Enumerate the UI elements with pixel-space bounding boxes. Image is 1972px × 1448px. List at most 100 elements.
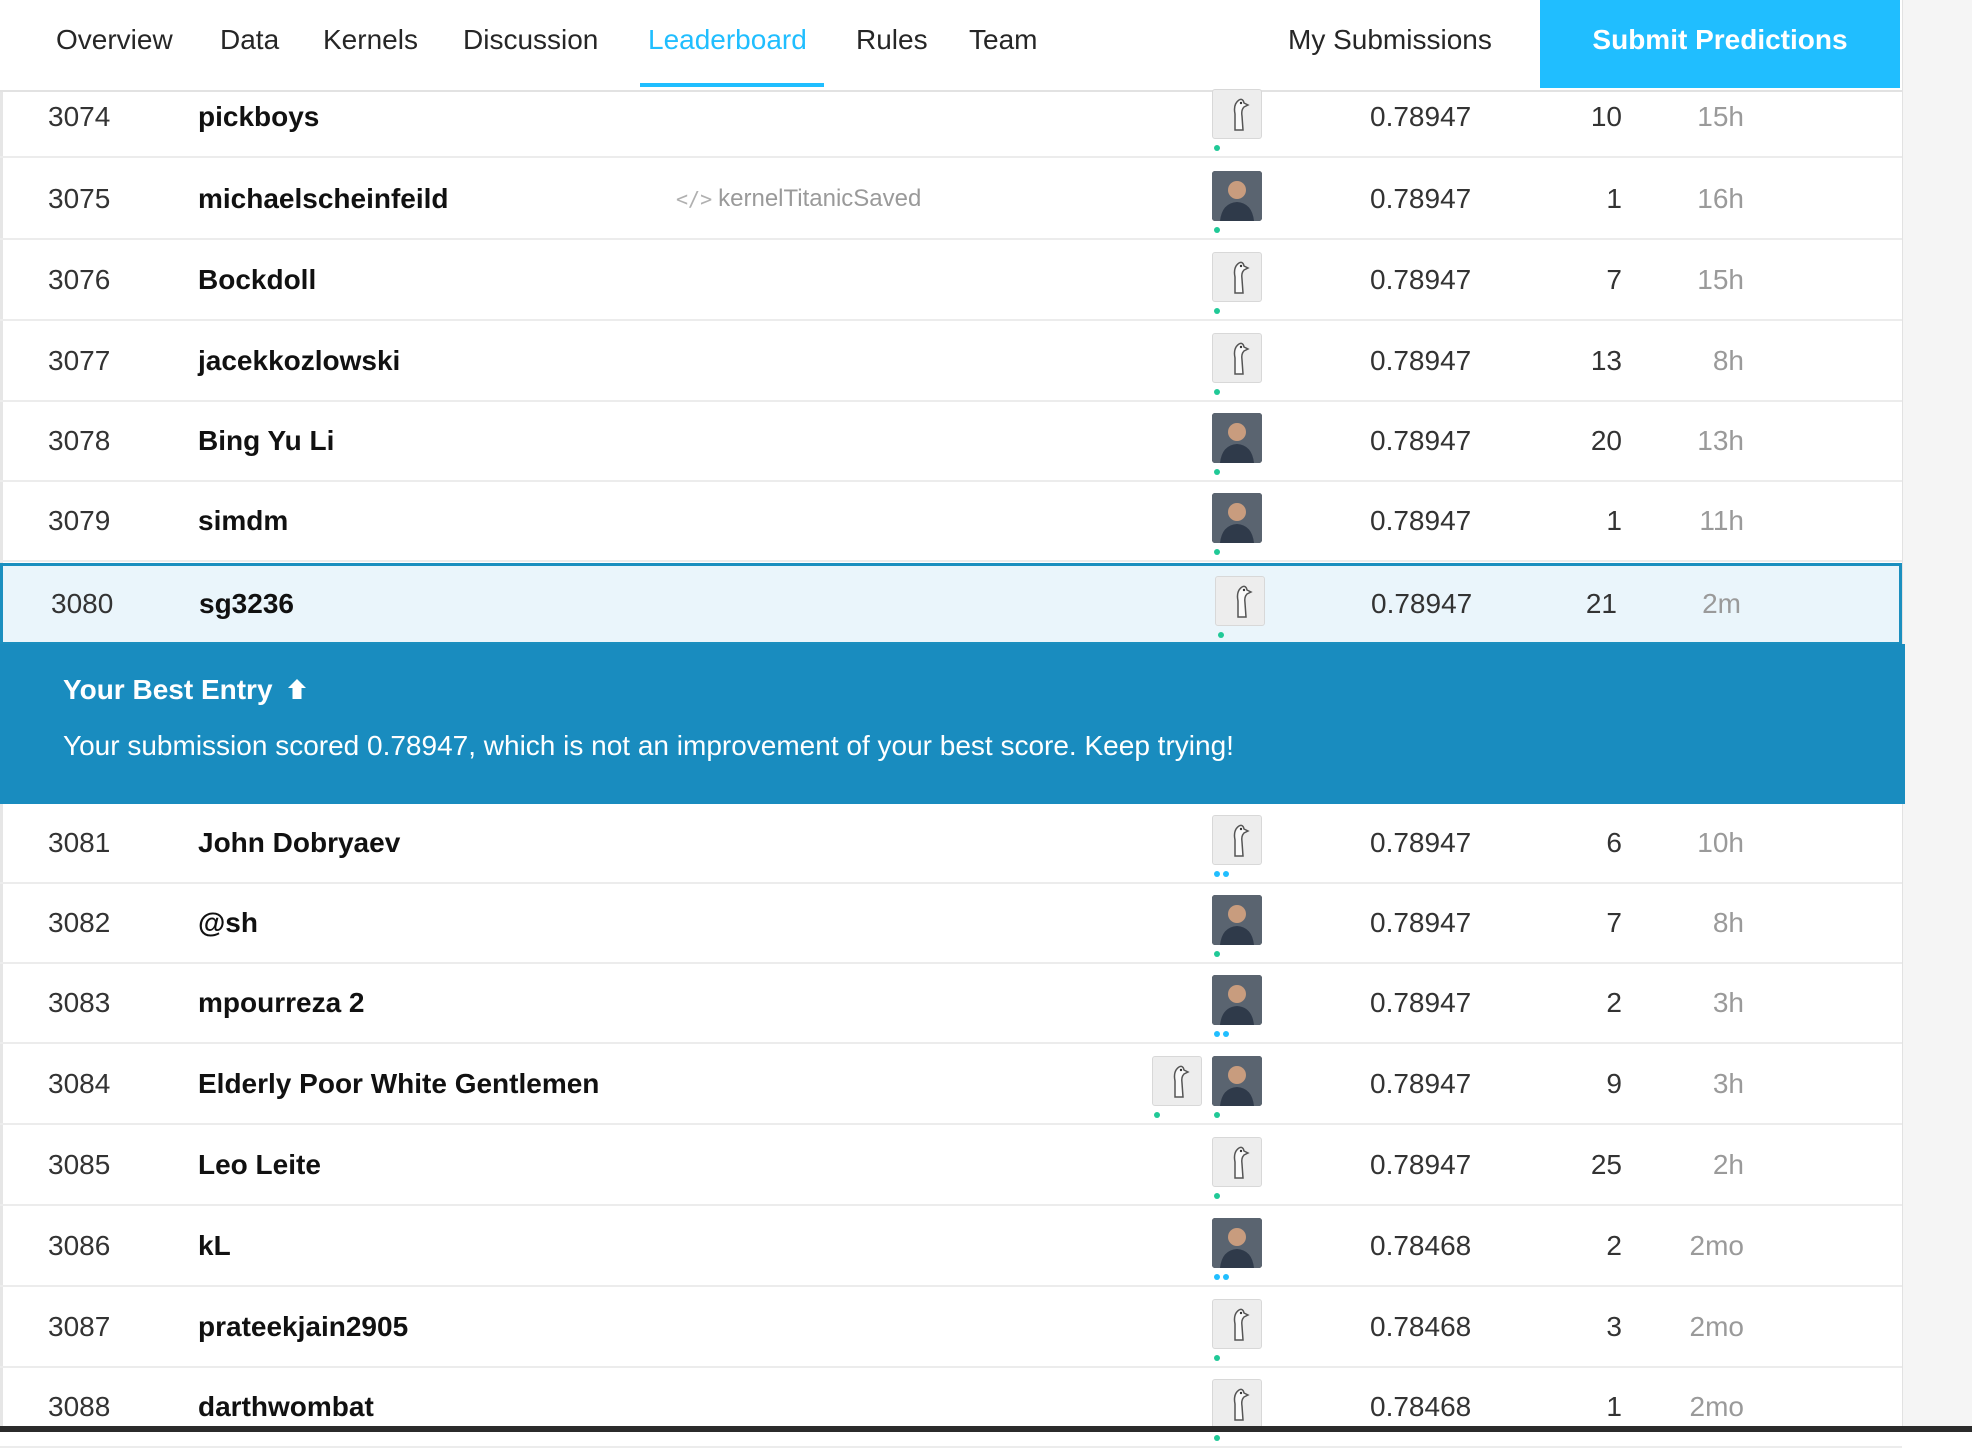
last-submission: 2m — [1702, 588, 1741, 619]
goose-avatar-icon[interactable] — [1212, 1299, 1262, 1349]
team-name[interactable]: prateekjain2905 — [198, 1311, 408, 1343]
score: 0.78947 — [1370, 827, 1472, 858]
last-submission: 8h — [1712, 345, 1744, 376]
banner-title: Your Best Entry — [63, 674, 308, 708]
tier-indicator — [1214, 1274, 1229, 1280]
rank: 3076 — [48, 264, 111, 295]
tier-indicator — [1154, 1112, 1160, 1118]
user-avatar[interactable] — [1212, 1056, 1262, 1106]
score: 0.78947 — [1371, 588, 1473, 619]
leaderboard-row[interactable]: 3074 pickboys 0.78947 10 15h — [0, 78, 1902, 158]
banner-message: Your submission scored 0.78947, which is… — [63, 730, 1234, 761]
rank: 3083 — [48, 987, 111, 1018]
my-leaderboard-row[interactable]: 3080 sg3236 0.78947 21 2m — [0, 563, 1902, 645]
leaderboard-row[interactable]: 3077 jacekkozlowski 0.78947 13 8h — [0, 322, 1902, 402]
leaderboard-row[interactable]: 3086 kL 0.78468 2 2mo — [0, 1207, 1902, 1287]
score: 0.78468 — [1370, 1391, 1472, 1422]
team-name[interactable]: @sh — [198, 907, 258, 939]
leaderboard-row[interactable]: 3083 mpourreza 2 0.78947 2 3h — [0, 964, 1902, 1044]
entries-count: 2 — [1606, 1230, 1622, 1261]
leaderboard-row[interactable]: 3087 prateekjain2905 0.78468 3 2mo — [0, 1288, 1902, 1368]
tab-leaderboard[interactable]: Leaderboard — [648, 20, 807, 86]
tier-indicator — [1214, 1031, 1229, 1037]
tier-indicator — [1214, 227, 1220, 233]
rank: 3077 — [48, 345, 111, 376]
leaderboard-row[interactable]: 3081 John Dobryaev 0.78947 6 10h — [0, 804, 1902, 884]
user-avatar[interactable] — [1212, 895, 1262, 945]
team-name[interactable]: Leo Leite — [198, 1149, 321, 1181]
tier-indicator — [1214, 1435, 1220, 1441]
team-name[interactable]: Bockdoll — [198, 264, 316, 296]
tab-data[interactable]: Data — [220, 20, 279, 86]
tab-kernels[interactable]: Kernels — [323, 20, 418, 86]
team-name[interactable]: sg3236 — [199, 588, 294, 620]
rank: 3082 — [48, 907, 111, 938]
banner-title-text: Your Best Entry — [63, 674, 273, 705]
leaderboard-row[interactable]: 3079 simdm 0.78947 1 11h — [0, 482, 1902, 562]
goose-avatar-icon[interactable] — [1212, 1379, 1262, 1429]
kernel-link[interactable]: </> kernelTitanicSaved — [676, 185, 921, 213]
score: 0.78947 — [1370, 987, 1472, 1018]
user-avatar[interactable] — [1212, 493, 1262, 543]
goose-avatar-icon[interactable] — [1212, 89, 1262, 139]
leaderboard-row[interactable]: 3076 Bockdoll 0.78947 7 15h — [0, 241, 1902, 321]
rank: 3074 — [48, 101, 111, 132]
team-name[interactable]: John Dobryaev — [198, 827, 400, 859]
last-submission: 15h — [1697, 101, 1744, 132]
goose-avatar-icon[interactable] — [1212, 1137, 1262, 1187]
leaderboard-row[interactable]: 3075 michaelscheinfeild </> kernelTitanicSa… — [0, 160, 1902, 240]
tier-indicator — [1218, 632, 1224, 638]
rank: 3086 — [48, 1230, 111, 1261]
leaderboard-row[interactable]: 3082 @sh 0.78947 7 8h — [0, 884, 1902, 964]
team-name[interactable]: Elderly Poor White Gentlemen — [198, 1068, 599, 1100]
submit-predictions-button[interactable]: Submit Predictions — [1540, 0, 1900, 88]
score: 0.78947 — [1370, 101, 1472, 132]
last-submission: 2mo — [1689, 1391, 1744, 1422]
entries-count: 7 — [1606, 264, 1622, 295]
user-avatar[interactable] — [1212, 975, 1262, 1025]
last-submission: 2mo — [1689, 1311, 1744, 1342]
goose-avatar-icon[interactable] — [1212, 252, 1262, 302]
tier-indicator — [1214, 549, 1220, 555]
tier-indicator — [1214, 1355, 1220, 1361]
tab-overview[interactable]: Overview — [56, 20, 173, 86]
goose-avatar-icon[interactable] — [1215, 576, 1265, 626]
score: 0.78947 — [1370, 1149, 1472, 1180]
team-name[interactable]: mpourreza 2 — [198, 987, 365, 1019]
team-name[interactable]: darthwombat — [198, 1391, 374, 1423]
my-submissions-link[interactable]: My Submissions — [1288, 20, 1492, 60]
window-bottom-edge — [0, 1426, 1972, 1432]
last-submission: 15h — [1697, 264, 1744, 295]
team-name[interactable]: simdm — [198, 505, 288, 537]
tier-indicator — [1214, 1193, 1220, 1199]
tab-rules[interactable]: Rules — [856, 20, 928, 86]
tier-indicator — [1214, 469, 1220, 475]
goose-avatar-icon[interactable] — [1212, 815, 1262, 865]
tab-discussion[interactable]: Discussion — [463, 20, 598, 86]
last-submission: 11h — [1699, 505, 1744, 536]
team-name[interactable]: Bing Yu Li — [198, 425, 334, 457]
team-name[interactable]: pickboys — [198, 101, 319, 133]
tier-indicator — [1214, 145, 1220, 151]
goose-avatar-icon[interactable] — [1212, 333, 1262, 383]
score: 0.78947 — [1370, 183, 1472, 214]
team-name[interactable]: jacekkozlowski — [198, 345, 400, 377]
team-name[interactable]: kL — [198, 1230, 231, 1262]
rank: 3085 — [48, 1149, 111, 1180]
rank: 3078 — [48, 425, 111, 456]
score: 0.78947 — [1370, 264, 1472, 295]
leaderboard-row[interactable]: 3085 Leo Leite 0.78947 25 2h — [0, 1126, 1902, 1206]
score: 0.78468 — [1370, 1230, 1472, 1261]
score: 0.78947 — [1370, 907, 1472, 938]
leaderboard-row[interactable]: 3078 Bing Yu Li 0.78947 20 13h — [0, 402, 1902, 482]
user-avatar[interactable] — [1212, 171, 1262, 221]
team-name[interactable]: michaelscheinfeild — [198, 183, 449, 215]
leaderboard-row[interactable]: 3088 darthwombat 0.78468 1 2mo — [0, 1368, 1902, 1448]
tab-team[interactable]: Team — [969, 20, 1037, 86]
user-avatar[interactable] — [1212, 413, 1262, 463]
tier-indicator — [1214, 389, 1220, 395]
goose-avatar-icon[interactable] — [1152, 1056, 1202, 1106]
leaderboard-row[interactable]: 3084 Elderly Poor White Gentlemen 0.78947 9… — [0, 1045, 1902, 1125]
user-avatar[interactable] — [1212, 1218, 1262, 1268]
score: 0.78947 — [1370, 505, 1472, 536]
